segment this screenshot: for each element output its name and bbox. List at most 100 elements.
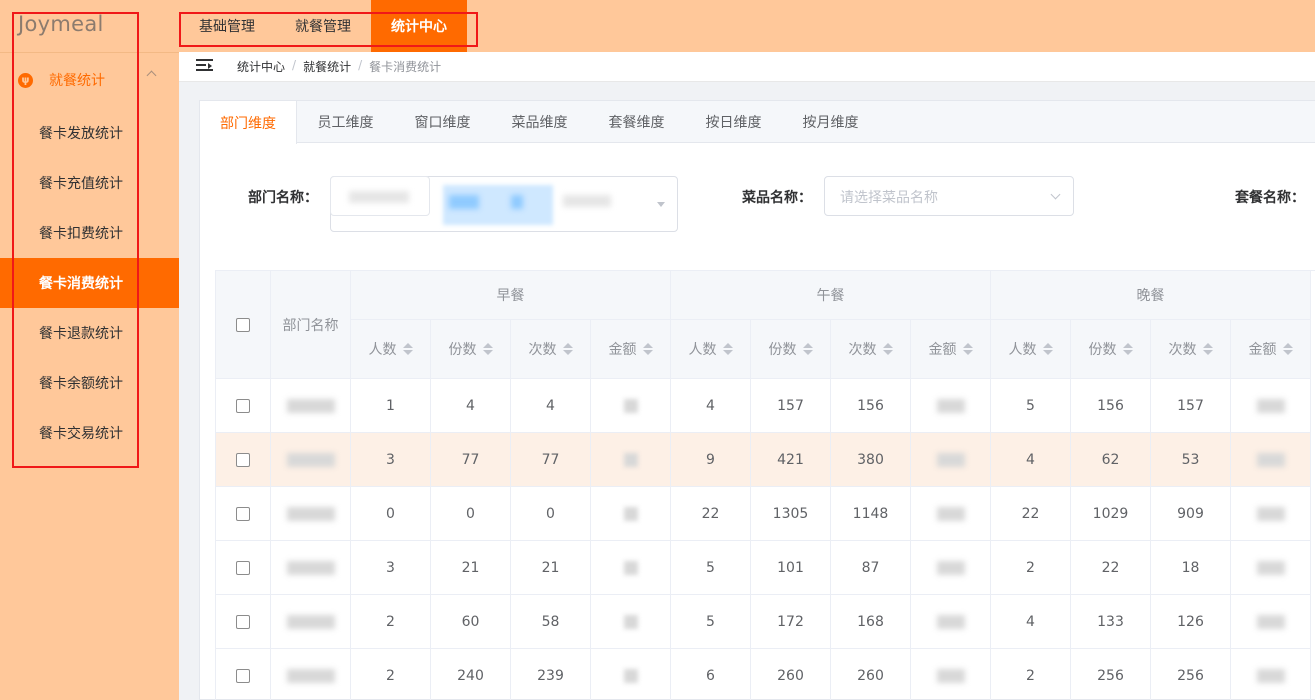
sidebar-group-dining-stats[interactable]: ψ 就餐统计 [0, 57, 179, 103]
header-dinner-col[interactable]: 人数 [991, 320, 1071, 379]
tab-employee[interactable]: 员工维度 [297, 101, 394, 143]
header-group-breakfast: 早餐 [351, 271, 671, 320]
sidebar-item-transaction[interactable]: 餐卡交易统计 [0, 408, 179, 458]
sidebar-item-issue[interactable]: 餐卡发放统计 [0, 108, 179, 158]
value-cell [911, 649, 991, 700]
value-cell: 256 [1071, 649, 1151, 700]
row-checkbox-cell [216, 595, 271, 649]
sidebar-item-refund[interactable]: 餐卡退款统计 [0, 308, 179, 358]
value-cell: 421 [751, 433, 831, 487]
row-checkbox[interactable] [236, 614, 250, 629]
value-cell: 0 [431, 487, 511, 541]
header-lunch-col[interactable]: 人数 [671, 320, 751, 379]
breadcrumb: 统计中心 / 就餐统计 / 餐卡消费统计 [237, 58, 442, 75]
dept-select[interactable] [330, 176, 678, 232]
value-cell [591, 595, 671, 649]
sort-icon[interactable] [962, 343, 973, 355]
sort-icon[interactable] [882, 343, 893, 355]
row-checkbox-cell [216, 487, 271, 541]
value-cell: 380 [831, 433, 911, 487]
header-label: 次数 [528, 342, 557, 358]
blurred-amount [936, 614, 965, 629]
value-cell: 4 [991, 595, 1071, 649]
sidebar-item-balance[interactable]: 餐卡余额统计 [0, 358, 179, 408]
row-checkbox[interactable] [236, 452, 250, 467]
sort-icon[interactable] [1202, 343, 1213, 355]
header-breakfast-col[interactable]: 人数 [351, 320, 431, 379]
value-cell: 87 [831, 541, 911, 595]
breadcrumb-current: 餐卡消费统计 [369, 60, 442, 74]
sort-icon[interactable] [722, 343, 733, 355]
value-cell: 1 [351, 379, 431, 433]
sort-icon[interactable] [802, 343, 813, 355]
topnav-stats-center[interactable]: 统计中心 [371, 0, 467, 52]
value-cell [911, 541, 991, 595]
value-cell: 101 [751, 541, 831, 595]
tab-daily[interactable]: 按日维度 [685, 101, 782, 143]
value-cell: 168 [831, 595, 911, 649]
select-all-checkbox[interactable] [236, 317, 250, 332]
value-cell: 909 [1151, 487, 1231, 541]
value-cell: 2 [351, 649, 431, 700]
blurred-amount [623, 506, 638, 521]
value-cell [911, 487, 991, 541]
chevron-down-icon [1050, 189, 1061, 200]
dept-name-cell [271, 649, 351, 700]
row-checkbox-cell [216, 649, 271, 700]
tab-package[interactable]: 套餐维度 [588, 101, 685, 143]
header-breakfast-col[interactable]: 金额 [591, 320, 671, 379]
value-cell: 3 [351, 433, 431, 487]
blurred-amount [1256, 506, 1285, 521]
sidebar-divider [0, 52, 179, 53]
dept-name-cell [271, 541, 351, 595]
value-cell: 18 [1151, 541, 1231, 595]
sidebar-item-consume[interactable]: 餐卡消费统计 [0, 258, 179, 308]
header-lunch-col[interactable]: 次数 [831, 320, 911, 379]
row-checkbox[interactable] [236, 506, 250, 521]
value-cell: 172 [751, 595, 831, 649]
row-checkbox[interactable] [236, 668, 250, 683]
header-dept-name: 部门名称 [271, 271, 351, 379]
blurred-amount [936, 398, 965, 413]
menu-toggle-icon[interactable] [196, 59, 213, 74]
dish-select[interactable]: 请选择菜品名称 [824, 176, 1074, 216]
sort-icon[interactable] [1282, 343, 1293, 355]
header-dinner-col[interactable]: 次数 [1151, 320, 1231, 379]
tab-dish[interactable]: 菜品维度 [491, 101, 588, 143]
value-cell [1231, 487, 1311, 541]
value-cell [1231, 541, 1311, 595]
header-dinner-col[interactable]: 份数 [1071, 320, 1151, 379]
chevron-up-icon [146, 70, 157, 81]
value-cell: 5 [991, 379, 1071, 433]
header-label: 金额 [928, 342, 957, 358]
header-lunch-col[interactable]: 份数 [751, 320, 831, 379]
header-lunch-col[interactable]: 金额 [911, 320, 991, 379]
header-breakfast-col[interactable]: 次数 [511, 320, 591, 379]
topnav-dining-management[interactable]: 就餐管理 [275, 0, 371, 52]
sort-icon[interactable] [1122, 343, 1133, 355]
sort-icon[interactable] [642, 343, 653, 355]
tab-department[interactable]: 部门维度 [200, 101, 297, 144]
tab-window[interactable]: 窗口维度 [394, 101, 491, 143]
row-checkbox[interactable] [236, 398, 250, 413]
tab-monthly[interactable]: 按月维度 [782, 101, 879, 143]
sort-icon[interactable] [562, 343, 573, 355]
header-group-dinner: 晚餐 [991, 271, 1311, 320]
breadcrumb-item[interactable]: 统计中心 [237, 58, 285, 75]
sort-icon[interactable] [1042, 343, 1053, 355]
dimension-tabs: 部门维度 员工维度 窗口维度 菜品维度 套餐维度 按日维度 按月维度 [200, 101, 1315, 144]
sidebar-item-recharge[interactable]: 餐卡充值统计 [0, 158, 179, 208]
sort-icon[interactable] [482, 343, 493, 355]
header-breakfast-col[interactable]: 份数 [431, 320, 511, 379]
value-cell: 1029 [1071, 487, 1151, 541]
topnav-basic-management[interactable]: 基础管理 [179, 0, 275, 52]
header-label: 次数 [848, 342, 877, 358]
sort-icon[interactable] [402, 343, 413, 355]
value-cell: 22 [991, 487, 1071, 541]
sidebar-item-deduct[interactable]: 餐卡扣费统计 [0, 208, 179, 258]
header-dinner-col[interactable]: 金额 [1231, 320, 1311, 379]
utensils-icon: ψ [18, 72, 33, 88]
dept-name-cell [271, 487, 351, 541]
row-checkbox[interactable] [236, 560, 250, 575]
breadcrumb-item[interactable]: 就餐统计 [303, 58, 351, 75]
